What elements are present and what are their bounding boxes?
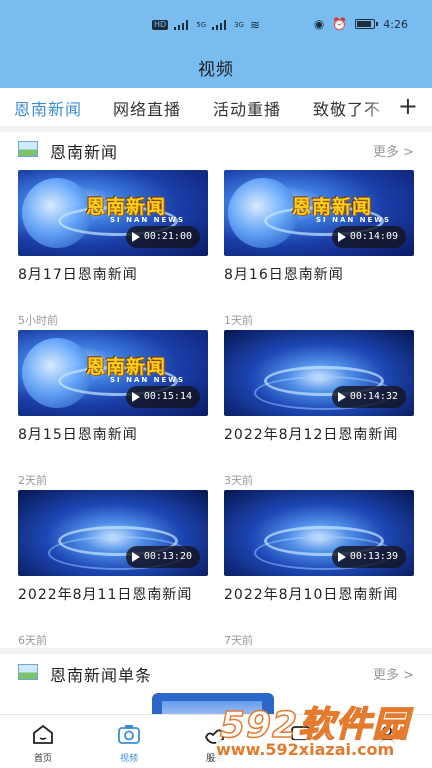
thumbnail-logo: 恩南新闻 (86, 356, 167, 378)
video-time: 5小时前 (18, 314, 58, 327)
divider (0, 126, 432, 132)
signal-icon-2 (212, 20, 228, 30)
video-title[interactable]: 2022年8月12日恩南新闻 (224, 424, 414, 444)
camera-icon (118, 725, 140, 744)
video-card[interactable]: 00:13:20 2022年8月11日恩南新闻 6天前 (18, 490, 208, 648)
duration-badge: 00:13:20 (125, 546, 200, 568)
video-thumbnail[interactable]: 恩南新闻 SI NAN NEWS 00:14:09 (224, 170, 414, 256)
duration-badge: 00:15:14 (125, 386, 200, 408)
tab-live[interactable]: 网络直播 (113, 96, 181, 120)
network-label-2: 3G (234, 21, 244, 29)
duration-badge: 00:14:09 (331, 226, 406, 248)
video-thumbnail[interactable]: 恩南新闻 SI NAN NEWS 00:21:00 (18, 170, 208, 256)
video-time: 2天前 (18, 474, 47, 487)
hd-badge: HD (152, 20, 169, 30)
watermark: 592软件园 www.592xiazai.com (214, 696, 432, 768)
home-icon (33, 724, 53, 744)
image-icon (18, 664, 38, 680)
video-title[interactable]: 8月15日恩南新闻 (18, 424, 208, 444)
video-thumbnail[interactable]: 恩南新闻 SI NAN NEWS 00:15:14 (18, 330, 208, 416)
video-card[interactable]: 恩南新闻 SI NAN NEWS 00:21:00 8月17日恩南新闻 5小时前 (18, 170, 208, 328)
duration-badge: 00:21:00 (125, 226, 200, 248)
thumbnail-logo: 恩南新闻 (86, 196, 167, 218)
video-card[interactable]: 00:13:39 2022年8月10日恩南新闻 7天前 (224, 490, 414, 648)
battery-icon (355, 19, 379, 29)
divider (0, 648, 432, 654)
video-title[interactable]: 2022年8月11日恩南新闻 (18, 584, 208, 604)
image-icon (18, 141, 38, 157)
add-tab-button[interactable]: + (398, 92, 418, 120)
wifi-icon: ≋ (249, 18, 261, 32)
play-icon (337, 392, 346, 402)
status-bar: HD 5G 3G ≋ ◉ ⏰ 4:26 (0, 14, 432, 36)
section-title: 恩南新闻单条 (50, 666, 153, 685)
app-header: HD 5G 3G ≋ ◉ ⏰ 4:26 视频 (0, 0, 432, 88)
more-link[interactable]: 更多 > (373, 141, 414, 160)
network-label: 5G (196, 21, 207, 29)
thumbnail-logo: 恩南新闻 (292, 196, 373, 218)
video-thumbnail[interactable]: 00:13:20 (18, 490, 208, 576)
duration-badge: 00:14:32 (331, 386, 406, 408)
alarm-icon: ⏰ (332, 17, 348, 31)
play-icon (131, 392, 140, 402)
play-icon (337, 232, 346, 242)
nav-home[interactable]: 首页 (0, 715, 86, 768)
video-time: 7天前 (224, 634, 253, 647)
play-icon (131, 552, 140, 562)
video-thumbnail[interactable]: 00:14:32 (224, 330, 414, 416)
channel-tabs: 恩南新闻 网络直播 活动重播 致敬了不 + (0, 90, 432, 126)
video-card[interactable]: 恩南新闻 SI NAN NEWS 00:15:14 8月15日恩南新闻 2天前 (18, 330, 208, 488)
thumbnail-logo-sub: SI NAN NEWS (316, 216, 392, 224)
video-title[interactable]: 2022年8月10日恩南新闻 (224, 584, 414, 604)
play-icon (337, 552, 346, 562)
video-title[interactable]: 8月17日恩南新闻 (18, 264, 208, 284)
thumbnail-logo-sub: SI NAN NEWS (110, 376, 186, 384)
video-time: 3天前 (224, 474, 253, 487)
video-time: 1天前 (224, 314, 253, 327)
page-title: 视频 (198, 60, 234, 80)
tab-sinan-news[interactable]: 恩南新闻 (14, 96, 82, 120)
watermark-url: www.592xiazai.com (216, 740, 430, 762)
more-link[interactable]: 更多 > (373, 664, 414, 683)
video-thumbnail[interactable]: 00:13:39 (224, 490, 414, 576)
section-title: 恩南新闻 (50, 143, 119, 162)
video-card[interactable]: 00:14:32 2022年8月12日恩南新闻 3天前 (224, 330, 414, 488)
tab-replay[interactable]: 活动重播 (213, 96, 281, 120)
eye-icon: ◉ (313, 17, 325, 31)
clock: 4:26 (383, 17, 408, 31)
play-icon (131, 232, 140, 242)
video-time: 6天前 (18, 634, 47, 647)
section-header: 恩南新闻 更多 > (18, 139, 418, 162)
signal-icon (174, 20, 190, 30)
thumbnail-logo-sub: SI NAN NEWS (110, 216, 186, 224)
duration-badge: 00:13:39 (331, 546, 406, 568)
video-title[interactable]: 8月16日恩南新闻 (224, 264, 414, 284)
section-header-2: 恩南新闻单条 更多 > (18, 662, 418, 685)
nav-video[interactable]: 视频 (86, 715, 172, 768)
video-card[interactable]: 恩南新闻 SI NAN NEWS 00:14:09 8月16日恩南新闻 1天前 (224, 170, 414, 328)
